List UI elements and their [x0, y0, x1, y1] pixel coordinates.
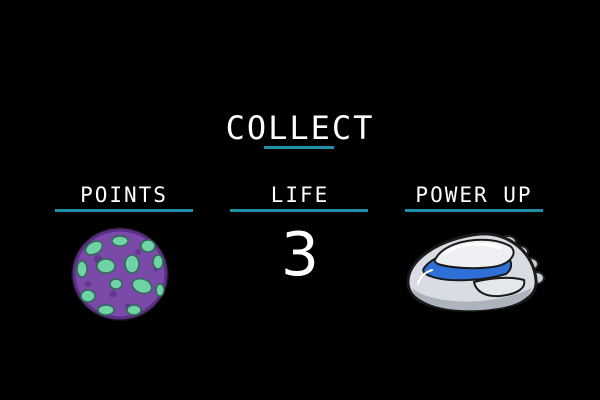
points-label: POINTS: [80, 183, 168, 207]
title-underline: [264, 146, 334, 149]
points-underline: [55, 209, 193, 212]
silver-spaceship-icon: [400, 224, 548, 316]
power-up-label: POWER UP: [415, 183, 533, 207]
power-up-underline: [405, 209, 543, 212]
collect-screen: COLLECT POINTS LIFE 3 POWER UP: [0, 0, 600, 400]
spotted-purple-planet-icon: [68, 224, 172, 324]
life-underline: [230, 209, 368, 212]
screen-title: COLLECT: [225, 109, 375, 147]
life-label: LIFE: [270, 183, 330, 207]
life-value: 3: [280, 220, 320, 290]
